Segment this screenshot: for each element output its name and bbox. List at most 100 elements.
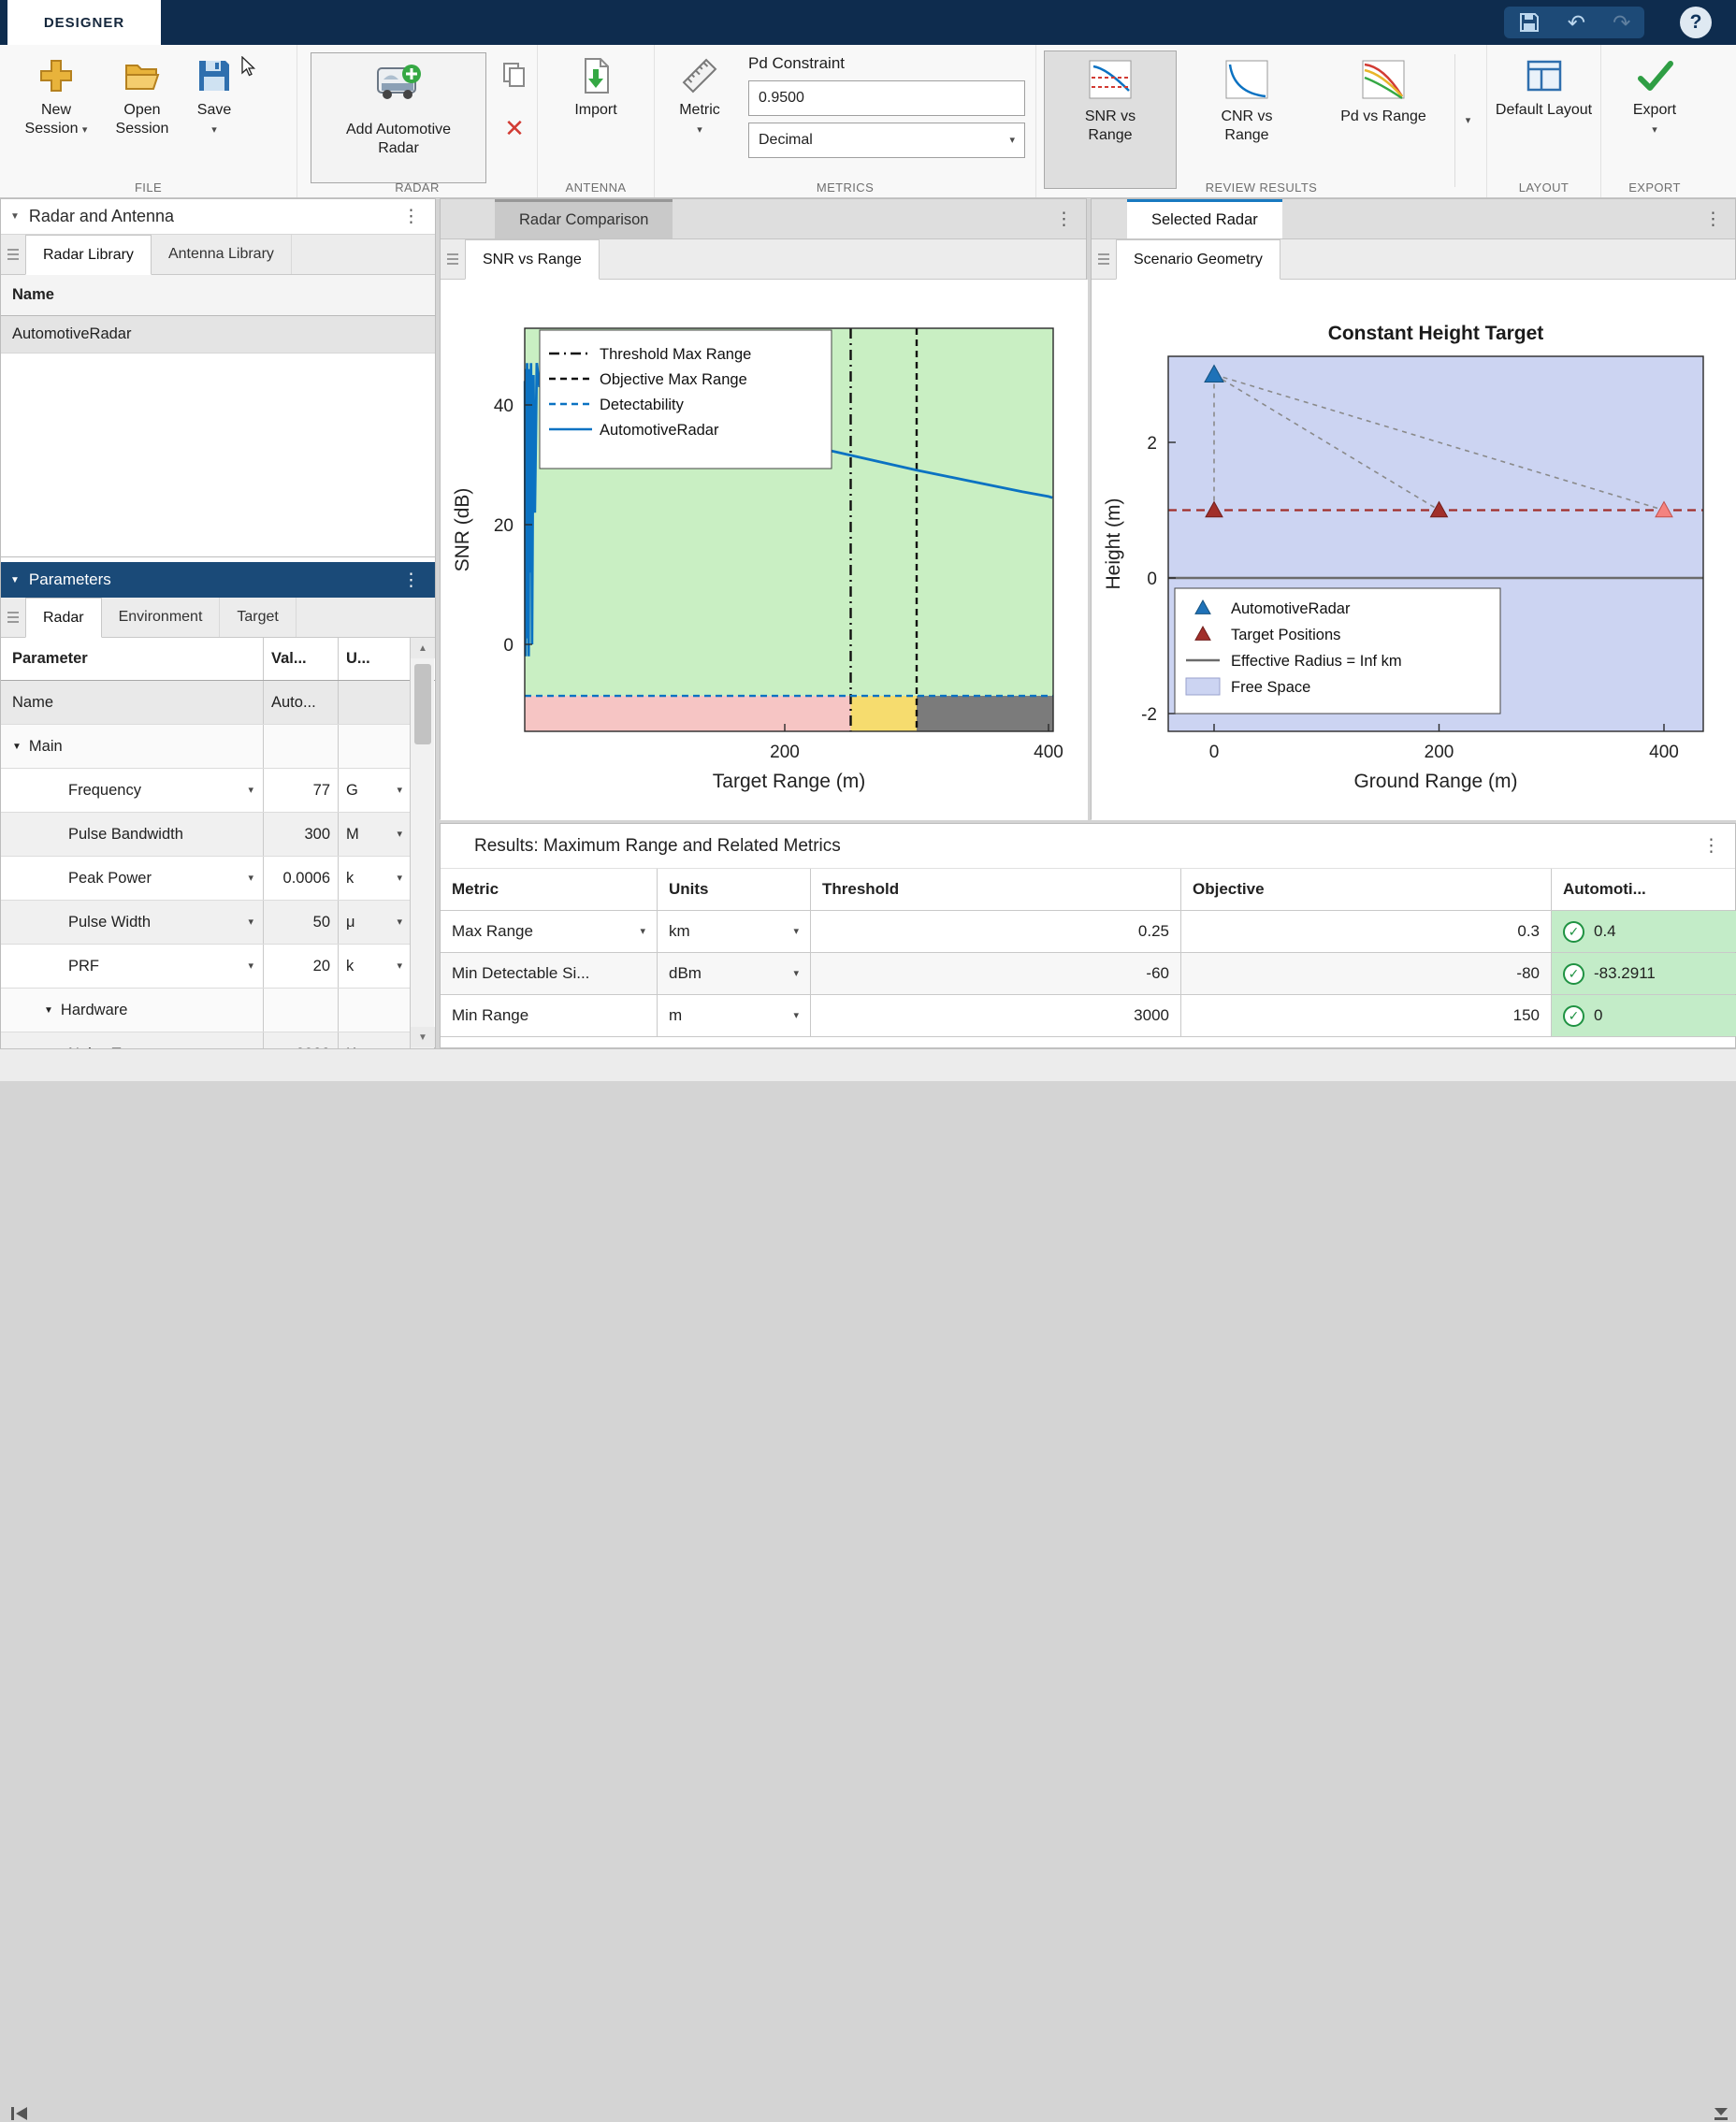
param-row-pulse-width[interactable]: Pulse Width▾ 50 μ▾ <box>1 901 410 945</box>
pd-constraint-input[interactable]: 0.9500 <box>748 80 1025 116</box>
export-label: Export▾ <box>1633 101 1676 138</box>
delete-icon[interactable]: ✕ <box>504 116 525 140</box>
group-expand-icon[interactable]: ▼ <box>12 742 22 752</box>
svg-text:0: 0 <box>1147 570 1157 589</box>
param-row-pulse-bandwidth[interactable]: Pulse Bandwidth 300 M▾ <box>1 813 410 857</box>
svg-text:Free Space: Free Space <box>1231 679 1310 696</box>
add-automotive-radar-button[interactable]: Add Automotive Radar <box>311 52 486 183</box>
tab-radar-library[interactable]: Radar Library <box>25 235 152 275</box>
frequency-dropdown-caret[interactable]: ▾ <box>248 786 253 796</box>
scrollbar-down-icon[interactable]: ▼ <box>411 1027 435 1047</box>
section-label-metrics: METRICS <box>655 180 1035 195</box>
param-row-name[interactable]: Name Auto... <box>1 681 410 725</box>
scrollbar-thumb[interactable] <box>414 664 431 744</box>
undo-icon[interactable]: ↶ <box>1568 12 1585 34</box>
results-menu-icon[interactable]: ⋮ <box>1697 837 1726 855</box>
save-icon[interactable] <box>1518 11 1541 34</box>
param-row-prf[interactable]: PRF▾ 20 k▾ <box>1 945 410 989</box>
parameters-collapse-chevron[interactable]: ▼ <box>10 575 20 585</box>
units-dropdown-caret[interactable]: ▾ <box>793 927 799 937</box>
pulse-width-dropdown-caret[interactable]: ▾ <box>248 917 253 928</box>
units-dropdown-caret[interactable]: ▾ <box>793 1011 799 1021</box>
export-caret[interactable]: ▾ <box>1652 124 1657 136</box>
frequency-unit-caret[interactable]: ▾ <box>397 786 402 796</box>
tab-scenario-geometry[interactable]: Scenario Geometry <box>1116 239 1280 280</box>
tab-selected-radar[interactable]: Selected Radar <box>1127 199 1282 238</box>
results-row-min-range[interactable]: Min Range m▾ 3000 150 ✓0 <box>441 995 1735 1037</box>
go-to-start-icon[interactable] <box>9 2105 30 2122</box>
help-icon[interactable]: ? <box>1680 7 1712 38</box>
library-row-automotiveradar[interactable]: AutomotiveRadar <box>1 316 435 354</box>
param-group-hardware[interactable]: ▼Hardware <box>1 989 410 1032</box>
import-label: Import <box>574 101 616 120</box>
radar-antenna-collapse-chevron[interactable]: ▼ <box>10 211 20 222</box>
selected-radar-menu-icon[interactable]: ⋮ <box>1699 210 1728 228</box>
export-button[interactable]: Export▾ <box>1608 56 1701 138</box>
pd-vs-range-button[interactable]: Pd vs Range <box>1317 51 1450 189</box>
import-button[interactable]: Import <box>553 56 639 120</box>
svg-text:20: 20 <box>494 516 514 536</box>
app-titlebar: DESIGNER ↶ ↷ ? <box>0 0 1736 45</box>
radar-antenna-menu-icon[interactable]: ⋮ <box>397 208 426 225</box>
format-select[interactable]: Decimal▾ <box>748 123 1025 158</box>
tab-designer[interactable]: DESIGNER <box>7 0 161 45</box>
metric-dropdown-caret[interactable]: ▾ <box>640 927 645 937</box>
prf-unit-caret[interactable]: ▾ <box>397 961 402 972</box>
param-row-peak-power[interactable]: Peak Power▾ 0.0006 k▾ <box>1 857 410 901</box>
results-row-max-range[interactable]: Max Range▾ km▾ 0.25 0.3 ✓0.4 <box>441 911 1735 953</box>
cnr-vs-range-button[interactable]: CNR vs Range <box>1180 51 1313 189</box>
results-header-row: Metric Units Threshold Objective Automot… <box>441 869 1735 911</box>
param-group-main[interactable]: ▼Main <box>1 725 410 769</box>
open-session-button[interactable]: Open Session <box>99 56 185 138</box>
library-list-area <box>1 354 435 557</box>
tab-parameters-radar[interactable]: Radar <box>25 598 102 638</box>
save-session-button[interactable]: Save▾ <box>185 56 243 138</box>
pass-check-icon: ✓ <box>1563 921 1584 943</box>
svg-text:SNR (dB): SNR (dB) <box>452 488 473 572</box>
collapse-panel-icon[interactable] <box>1712 2105 1730 2122</box>
review-gallery-caret[interactable]: ▾ <box>1454 54 1481 187</box>
prf-dropdown-caret[interactable]: ▾ <box>248 961 253 972</box>
section-label-antenna: ANTENNA <box>538 180 654 195</box>
peak-power-dropdown-caret[interactable]: ▾ <box>248 873 253 884</box>
geometry-panel-drag-handle[interactable] <box>1092 239 1116 279</box>
radar-comparison-menu-icon[interactable]: ⋮ <box>1049 210 1078 228</box>
svg-text:400: 400 <box>1034 743 1063 762</box>
ribbon-section-metrics: Metric▾ Pd Constraint 0.9500 Decimal▾ ME… <box>655 45 1036 197</box>
tab-antenna-library[interactable]: Antenna Library <box>152 235 292 274</box>
tab-parameters-environment[interactable]: Environment <box>102 598 221 637</box>
peak-power-unit-caret[interactable]: ▾ <box>397 873 402 884</box>
group-expand-icon[interactable]: ▼ <box>44 1005 53 1016</box>
snr-panel-drag-handle[interactable] <box>441 239 465 279</box>
ribbon-section-layout: Default Layout LAYOUT <box>1487 45 1601 197</box>
new-session-button[interactable]: New Session ▾ <box>13 56 99 138</box>
pulse-bandwidth-unit-caret[interactable]: ▾ <box>397 830 402 840</box>
statusbar <box>0 1048 1736 1081</box>
results-row-min-detectable[interactable]: Min Detectable Si... dBm▾ -60 -80 ✓-83.2… <box>441 953 1735 995</box>
metric-button[interactable]: Metric▾ <box>658 56 741 138</box>
tab-radar-comparison[interactable]: Radar Comparison <box>495 199 673 238</box>
copy-icon[interactable] <box>502 62 527 88</box>
parameters-table-header: Parameter Val... U... <box>1 638 435 681</box>
param-row-noise-temperature[interactable]: Noise Te... 2900 K <box>1 1032 410 1049</box>
metric-caret[interactable]: ▾ <box>697 124 702 136</box>
parameters-drag-handle[interactable] <box>1 598 25 637</box>
parameters-menu-icon[interactable]: ⋮ <box>397 571 426 589</box>
section-label-review: REVIEW RESULTS <box>1036 180 1486 195</box>
save-caret[interactable]: ▾ <box>211 124 217 136</box>
tab-snr-vs-range[interactable]: SNR vs Range <box>465 239 600 280</box>
snr-vs-range-button[interactable]: SNR vs Range <box>1044 51 1177 189</box>
new-session-caret[interactable]: ▾ <box>82 124 88 136</box>
scrollbar-up-icon[interactable]: ▲ <box>411 638 435 658</box>
tab-parameters-target[interactable]: Target <box>220 598 296 637</box>
snr-vs-range-chart: 02040200400Target Range (m)SNR (dB)Thres… <box>441 280 1088 820</box>
svg-text:AutomotiveRadar: AutomotiveRadar <box>1231 600 1351 617</box>
default-layout-button[interactable]: Default Layout <box>1494 56 1595 120</box>
units-dropdown-caret[interactable]: ▾ <box>793 969 799 979</box>
pulse-width-unit-caret[interactable]: ▾ <box>397 917 402 928</box>
param-row-frequency[interactable]: Frequency▾ 77 G▾ <box>1 769 410 813</box>
panel-drag-handle[interactable] <box>1 235 25 274</box>
parameters-scrollbar[interactable]: ▲ ▼ <box>410 638 434 1049</box>
import-icon <box>576 56 615 95</box>
redo-icon[interactable]: ↷ <box>1613 12 1630 34</box>
